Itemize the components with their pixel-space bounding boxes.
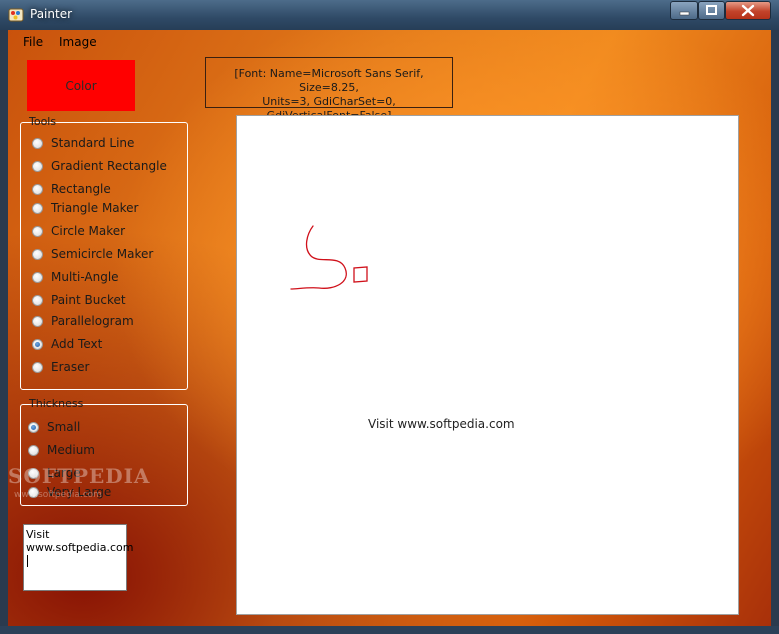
red-stroke-o	[353, 266, 368, 283]
menu-file[interactable]: File	[23, 35, 43, 49]
text-input-line-2: www.softpedia.com	[26, 541, 134, 554]
thickness-group-title: Thickness	[29, 397, 84, 410]
tools-group: Tools Standard Line Gradient Rectangle R…	[20, 116, 188, 390]
color-button[interactable]: Color	[27, 60, 135, 111]
softpedia-watermark: SOFTPEDIA	[8, 464, 151, 488]
tool-label: Parallelogram	[51, 314, 134, 328]
radio-button[interactable]	[32, 160, 43, 172]
maximize-icon	[706, 5, 717, 15]
window-title: Painter	[30, 7, 73, 21]
thickness-label: Small	[47, 420, 81, 434]
font-info-line-1: [Font: Name=Microsoft Sans Serif, Size=8…	[234, 67, 424, 94]
painter-window: Painter File Image Color [Font: Name=Mic…	[0, 0, 779, 634]
radio-button[interactable]	[32, 315, 43, 327]
close-icon	[741, 4, 755, 17]
tool-label: Eraser	[51, 360, 90, 374]
maximize-button[interactable]	[698, 1, 725, 20]
menu-image[interactable]: Image	[59, 35, 97, 49]
tool-label: Semicircle Maker	[51, 247, 154, 261]
minimize-icon	[679, 11, 690, 16]
minimize-button[interactable]	[670, 1, 698, 20]
tool-label: Multi-Angle	[51, 270, 119, 284]
window-frame-bottom	[0, 626, 779, 634]
title-bar[interactable]: Painter	[0, 0, 779, 30]
tool-label: Triangle Maker	[51, 201, 139, 215]
tool-standard-line[interactable]: Standard Line	[32, 135, 134, 151]
tool-rectangle[interactable]: Rectangle	[32, 181, 111, 197]
radio-button[interactable]	[32, 294, 43, 306]
close-button[interactable]	[725, 1, 771, 20]
radio-button[interactable]	[32, 202, 43, 214]
font-info-label: [Font: Name=Microsoft Sans Serif, Size=8…	[205, 57, 453, 122]
tool-multi-angle[interactable]: Multi-Angle	[32, 269, 119, 285]
radio-button[interactable]	[32, 137, 43, 149]
drawing-canvas[interactable]: Visit www.softpedia.com	[236, 115, 739, 615]
tool-parallelogram[interactable]: Parallelogram	[32, 313, 134, 329]
radio-button[interactable]	[28, 421, 39, 433]
text-caret	[27, 555, 28, 567]
thickness-label: Medium	[47, 443, 95, 457]
tool-label: Rectangle	[51, 182, 111, 196]
thickness-medium[interactable]: Medium	[28, 442, 95, 458]
canvas-text: Visit www.softpedia.com	[368, 417, 515, 431]
radio-button[interactable]	[32, 338, 43, 350]
tool-label: Standard Line	[51, 136, 135, 150]
client-area: File Image Color [Font: Name=Microsoft S…	[8, 30, 771, 626]
tool-label: Circle Maker	[51, 224, 126, 238]
radio-button[interactable]	[32, 361, 43, 373]
text-input-line-1: Visit	[26, 528, 50, 541]
tool-eraser[interactable]: Eraser	[32, 359, 89, 375]
radio-button[interactable]	[32, 271, 43, 283]
canvas-drawing	[290, 225, 368, 290]
red-stroke-s	[290, 225, 347, 290]
radio-button[interactable]	[32, 183, 43, 195]
tools-group-title: Tools	[29, 115, 57, 128]
softpedia-watermark-url: www.softpedia.com	[14, 490, 102, 500]
tool-paint-bucket[interactable]: Paint Bucket	[32, 292, 126, 308]
text-input[interactable]: Visit www.softpedia.com	[23, 524, 133, 591]
radio-button[interactable]	[32, 225, 43, 237]
radio-button[interactable]	[28, 444, 39, 456]
tool-semicircle-maker[interactable]: Semicircle Maker	[32, 246, 153, 262]
tool-label: Paint Bucket	[51, 293, 126, 307]
tool-triangle-maker[interactable]: Triangle Maker	[32, 200, 139, 216]
tool-add-text[interactable]: Add Text	[32, 336, 102, 352]
tool-circle-maker[interactable]: Circle Maker	[32, 223, 125, 239]
thickness-small[interactable]: Small	[28, 419, 80, 435]
menu-bar: File Image	[8, 30, 771, 54]
radio-button[interactable]	[32, 248, 43, 260]
tool-gradient-rectangle[interactable]: Gradient Rectangle	[32, 158, 167, 174]
tool-label: Gradient Rectangle	[51, 159, 167, 173]
tool-label: Add Text	[51, 337, 103, 351]
app-icon	[8, 8, 24, 22]
